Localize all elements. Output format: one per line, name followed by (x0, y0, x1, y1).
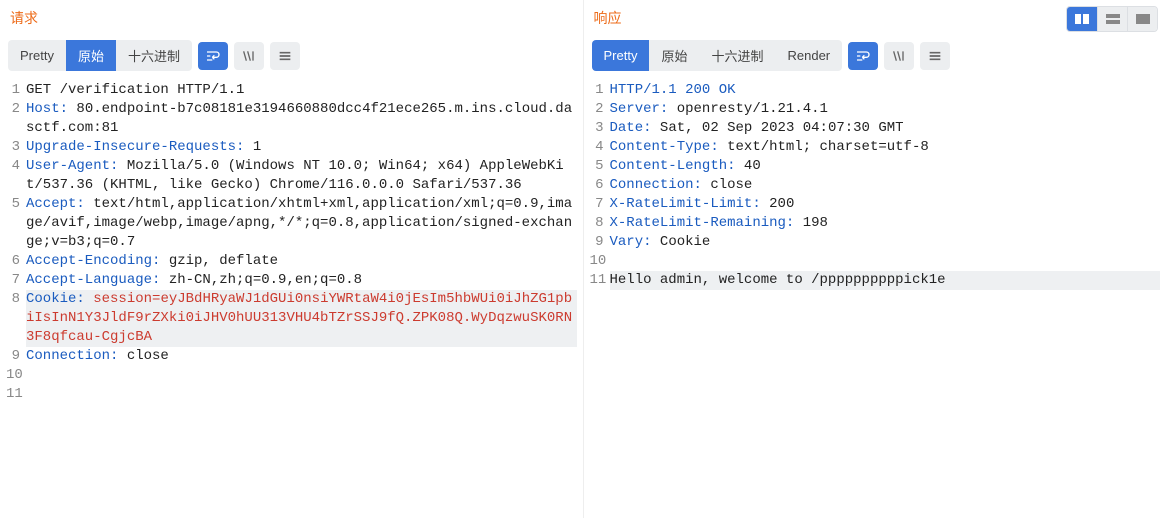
show-nonprint-button[interactable] (234, 42, 264, 70)
request-view-tabs: Pretty原始十六进制 (8, 40, 192, 71)
http-message-editor: 请求 Pretty原始十六进制 1234567891011 GET /verif… (0, 0, 1166, 518)
request-title: 请求 (6, 8, 577, 28)
response-tab-2[interactable]: 十六进制 (699, 40, 775, 71)
request-code-area[interactable]: 1234567891011 GET /verification HTTP/1.1… (6, 77, 577, 510)
wrap-button[interactable] (848, 42, 878, 70)
show-nonprint-button[interactable] (884, 42, 914, 70)
response-code-area[interactable]: 1234567891011 HTTP/1.1 200 OKServer: ope… (590, 77, 1161, 510)
response-tab-3[interactable]: Render (776, 40, 843, 71)
layout-switch (1066, 6, 1158, 32)
layout-single-button[interactable] (1127, 7, 1157, 31)
response-tab-0[interactable]: Pretty (592, 40, 650, 71)
request-toolbar: Pretty原始十六进制 (6, 40, 577, 71)
menu-button[interactable] (270, 42, 300, 70)
request-tab-1[interactable]: 原始 (66, 40, 116, 71)
layout-columns-button[interactable] (1067, 7, 1097, 31)
request-panel: 请求 Pretty原始十六进制 1234567891011 GET /verif… (0, 0, 584, 518)
request-tab-0[interactable]: Pretty (8, 40, 66, 71)
request-tab-2[interactable]: 十六进制 (116, 40, 192, 71)
response-gutter: 1234567891011 (590, 81, 610, 510)
response-content[interactable]: HTTP/1.1 200 OKServer: openresty/1.21.4.… (610, 81, 1161, 510)
response-panel: 响应 Pretty原始十六进制Render 1234567891011 HTTP… (584, 0, 1166, 518)
request-gutter: 1234567891011 (6, 81, 26, 510)
layout-rows-button[interactable] (1097, 7, 1127, 31)
wrap-button[interactable] (198, 42, 228, 70)
response-tab-1[interactable]: 原始 (649, 40, 699, 71)
menu-button[interactable] (920, 42, 950, 70)
response-toolbar: Pretty原始十六进制Render (590, 40, 1161, 71)
response-view-tabs: Pretty原始十六进制Render (592, 40, 843, 71)
request-content[interactable]: GET /verification HTTP/1.1Host: 80.endpo… (26, 81, 577, 510)
